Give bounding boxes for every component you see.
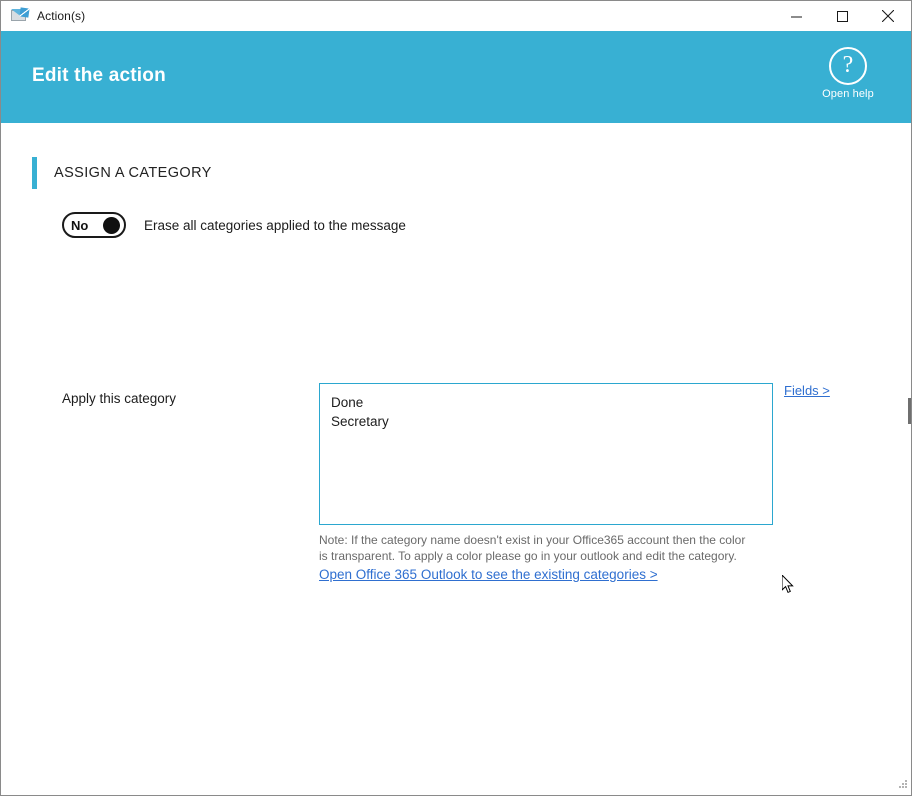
section-title: ASSIGN A CATEGORY [54, 165, 212, 181]
minimize-icon[interactable] [773, 2, 819, 31]
category-input[interactable]: Done Secretary [319, 383, 773, 525]
open-help-button[interactable]: ? Open help [809, 47, 887, 100]
title-bar: Action(s) [1, 1, 911, 31]
open-help-label: Open help [822, 88, 874, 100]
window-title: Action(s) [37, 9, 86, 23]
erase-categories-caption: Erase all categories applied to the mess… [144, 217, 406, 233]
erase-categories-toggle[interactable]: No [62, 212, 126, 238]
section-header: ASSIGN A CATEGORY [32, 157, 212, 189]
open-outlook-categories-link[interactable]: Open Office 365 Outlook to see the exist… [319, 567, 658, 582]
section-accent-bar [32, 157, 37, 189]
mail-edit-icon [10, 7, 30, 24]
maximize-icon[interactable] [819, 2, 865, 31]
toggle-knob [103, 216, 120, 234]
erase-categories-row: No Erase all categories applied to the m… [62, 212, 406, 238]
title-bar-left: Action(s) [1, 1, 773, 31]
scroll-edge-marker [908, 398, 911, 424]
header-band: Edit the action ? Open help [1, 31, 911, 123]
fields-link[interactable]: Fields > [784, 383, 830, 398]
toggle-state-label: No [71, 217, 89, 233]
page-title: Edit the action [32, 65, 166, 86]
apply-category-label: Apply this category [62, 391, 177, 406]
close-icon[interactable] [865, 2, 911, 31]
resize-grip-icon[interactable] [894, 778, 908, 792]
category-note: Note: If the category name doesn't exist… [319, 533, 746, 563]
question-mark-circle-icon: ? [829, 47, 867, 85]
action-dialog-window: Action(s) Edit the action ? Open help AS… [0, 0, 912, 796]
dialog-content: ASSIGN A CATEGORY No Erase all categorie… [1, 123, 911, 795]
